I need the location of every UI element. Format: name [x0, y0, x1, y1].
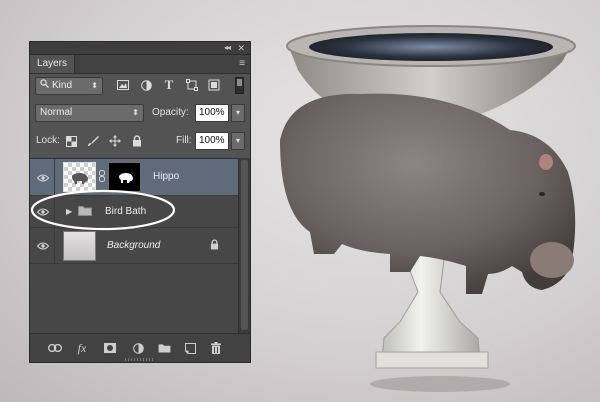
blend-mode-dropdown[interactable]: Normal ⬍	[35, 104, 144, 122]
adjustment-filter-icon[interactable]	[138, 77, 154, 93]
fill-dropdown-arrow[interactable]: ▾	[231, 132, 245, 150]
adjustment-layer-icon[interactable]	[130, 340, 146, 356]
eye-icon[interactable]	[36, 205, 50, 219]
close-panel-icon[interactable]: ✕	[237, 42, 245, 54]
eye-icon[interactable]	[36, 239, 50, 253]
fx-icon[interactable]: fx	[74, 340, 90, 356]
scroll-thumb[interactable]	[241, 160, 248, 330]
lock-icon	[210, 239, 219, 253]
search-icon	[40, 78, 52, 94]
trash-icon[interactable]	[208, 340, 224, 356]
blend-row: Normal ⬍ Opacity: 100% ▾	[30, 104, 250, 124]
hippo-snout	[530, 242, 574, 278]
layers-scrollbar[interactable]	[238, 158, 250, 334]
lock-label: Lock:	[36, 135, 60, 146]
layer-name-background[interactable]: Background	[107, 239, 160, 253]
layer-name-bird-bath[interactable]: Bird Bath	[105, 205, 146, 219]
opacity-dropdown-arrow[interactable]: ▾	[231, 104, 245, 122]
eye-icon[interactable]	[36, 171, 50, 185]
filter-kind-value: Kind	[52, 80, 73, 91]
lock-position-icon[interactable]	[108, 134, 122, 148]
layer-row-hippo[interactable]: Hippo	[30, 159, 238, 196]
lock-all-icon[interactable]	[130, 134, 144, 148]
expand-triangle-icon[interactable]: ▶	[66, 205, 72, 219]
canvas-image	[280, 25, 576, 392]
type-filter-icon[interactable]: T	[161, 77, 177, 93]
layer-thumbnail[interactable]	[63, 231, 96, 261]
image-filter-icon[interactable]	[115, 77, 131, 93]
chevron-updown-icon: ⬍	[91, 81, 98, 90]
filter-row: Kind ⬍ T	[30, 77, 250, 97]
opacity-label: Opacity:	[152, 107, 189, 118]
lock-transparent-pixels-icon[interactable]	[64, 134, 78, 148]
blend-mode-value: Normal	[40, 107, 73, 118]
panel-resize-grip[interactable]	[125, 358, 155, 361]
document-canvas: ◂◂ ✕ Layers ≡ Kind ⬍ T Normal ⬍ Opacity:…	[0, 0, 600, 402]
panel-menu-icon[interactable]: ≡	[239, 58, 245, 70]
new-layer-icon[interactable]	[182, 340, 198, 356]
pedestal-base	[375, 351, 489, 369]
panel-tab-row: Layers ≡	[30, 55, 250, 74]
fill-field[interactable]: 100%	[195, 132, 229, 150]
layers-panel: ◂◂ ✕ Layers ≡ Kind ⬍ T Normal ⬍ Opacity:…	[29, 41, 251, 363]
chevron-updown-icon: ⬍	[132, 108, 139, 117]
smart-object-filter-icon[interactable]	[206, 77, 222, 93]
layer-row-background[interactable]: Background	[30, 228, 238, 264]
add-mask-icon[interactable]	[102, 340, 118, 356]
opacity-field[interactable]: 100%	[195, 104, 229, 122]
folder-icon	[78, 205, 92, 219]
hippo-ear	[539, 154, 553, 170]
lock-row: Lock: Fill: 100% ▾	[30, 132, 250, 152]
bowl-water	[309, 33, 553, 61]
lock-image-pixels-icon[interactable]	[86, 134, 100, 148]
filter-toggle-switch[interactable]	[235, 77, 244, 94]
chain-link-icon[interactable]	[99, 170, 105, 182]
shadow-shape	[370, 376, 510, 392]
layers-bottom-toolbar: fx	[30, 333, 250, 362]
layer-name-hippo[interactable]: Hippo	[153, 170, 179, 184]
layers-list: Hippo ▶ Bird Bath Background	[30, 158, 238, 335]
layer-row-bird-bath[interactable]: ▶ Bird Bath	[30, 196, 238, 228]
panel-title-bar: ◂◂ ✕	[30, 42, 250, 55]
filter-kind-dropdown[interactable]: Kind ⬍	[35, 77, 103, 95]
link-layers-icon[interactable]	[47, 340, 63, 356]
new-group-icon[interactable]	[156, 340, 172, 356]
collapse-panel-icon[interactable]: ◂◂	[224, 42, 231, 54]
hippo-eye	[539, 192, 545, 196]
shape-filter-icon[interactable]	[184, 77, 200, 93]
fill-label: Fill:	[176, 135, 192, 146]
layer-thumbnail[interactable]	[63, 162, 96, 192]
layer-mask-thumbnail[interactable]	[108, 162, 141, 192]
tab-layers[interactable]: Layers	[30, 55, 75, 73]
